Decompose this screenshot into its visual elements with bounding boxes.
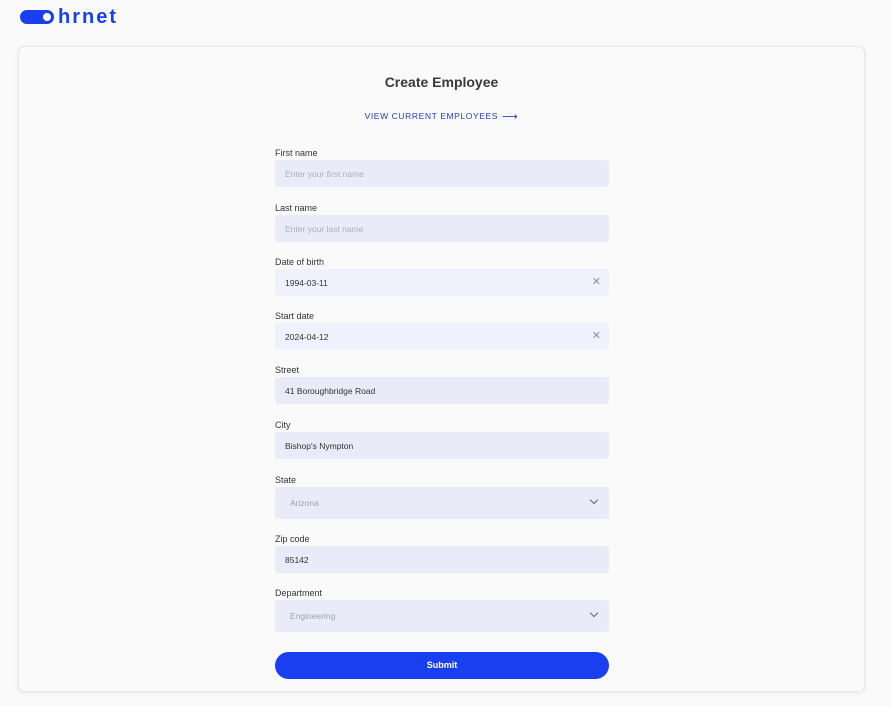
city-field: City Bishop's Nympton <box>275 419 609 459</box>
logo[interactable]: hrnet <box>20 6 118 28</box>
submit-button[interactable]: Submit <box>275 652 609 679</box>
start-date-value: 2024-04-12 <box>285 331 329 342</box>
view-current-employees-link[interactable]: VIEW CURRENT EMPLOYEES ⟶ <box>19 110 864 123</box>
first-name-input[interactable]: Enter your first name <box>275 160 609 187</box>
street-value: 41 Boroughbridge Road <box>285 385 376 396</box>
last-name-input[interactable]: Enter your last name <box>275 215 609 242</box>
first-name-label: First name <box>275 148 318 158</box>
department-select[interactable]: Engineering <box>275 600 609 632</box>
date-of-birth-value: 1994-03-11 <box>285 277 328 288</box>
city-label: City <box>275 420 291 430</box>
department-value: Engineering <box>290 611 336 621</box>
create-employee-card: Create Employee VIEW CURRENT EMPLOYEES ⟶ … <box>18 46 865 692</box>
department-label: Department <box>275 588 323 598</box>
zip-code-input[interactable]: 85142 <box>275 546 609 573</box>
zip-code-value: 85142 <box>285 554 309 565</box>
date-of-birth-input[interactable]: 1994-03-11 ✕ <box>275 269 609 296</box>
chevron-down-icon <box>589 495 599 505</box>
view-current-employees-label: VIEW CURRENT EMPLOYEES <box>364 111 499 121</box>
page-title: Create Employee <box>384 74 499 90</box>
last-name-field: Last name Enter your last name <box>275 202 609 242</box>
first-name-placeholder: Enter your first name <box>285 168 364 179</box>
zip-code-field: Zip code 85142 <box>275 533 609 573</box>
department-field: Department Engineering <box>275 587 609 632</box>
logo-text: hrnet <box>58 6 118 28</box>
last-name-placeholder: Enter your last name <box>285 223 364 234</box>
close-icon[interactable]: ✕ <box>592 329 601 342</box>
logo-toggle-icon <box>20 10 54 24</box>
last-name-label: Last name <box>275 203 318 213</box>
street-field: Street 41 Boroughbridge Road <box>275 364 609 404</box>
arrow-right-icon: ⟶ <box>502 111 519 123</box>
start-date-input[interactable]: 2024-04-12 ✕ <box>275 323 609 350</box>
date-of-birth-label: Date of birth <box>275 257 325 267</box>
street-input[interactable]: 41 Boroughbridge Road <box>275 377 609 404</box>
city-value: Bishop's Nympton <box>285 440 354 451</box>
state-field: State Arizona <box>275 474 609 519</box>
zip-code-label: Zip code <box>275 534 310 544</box>
start-date-label: Start date <box>275 311 315 321</box>
date-of-birth-field: Date of birth 1994-03-11 ✕ <box>275 256 609 296</box>
city-input[interactable]: Bishop's Nympton <box>275 432 609 459</box>
street-label: Street <box>275 365 300 375</box>
first-name-field: First name Enter your first name <box>275 147 609 187</box>
state-value: Arizona <box>290 498 319 508</box>
state-label: State <box>275 475 297 485</box>
state-select[interactable]: Arizona <box>275 487 609 519</box>
chevron-down-icon <box>589 608 599 618</box>
close-icon[interactable]: ✕ <box>592 275 601 288</box>
start-date-field: Start date 2024-04-12 ✕ <box>275 310 609 350</box>
